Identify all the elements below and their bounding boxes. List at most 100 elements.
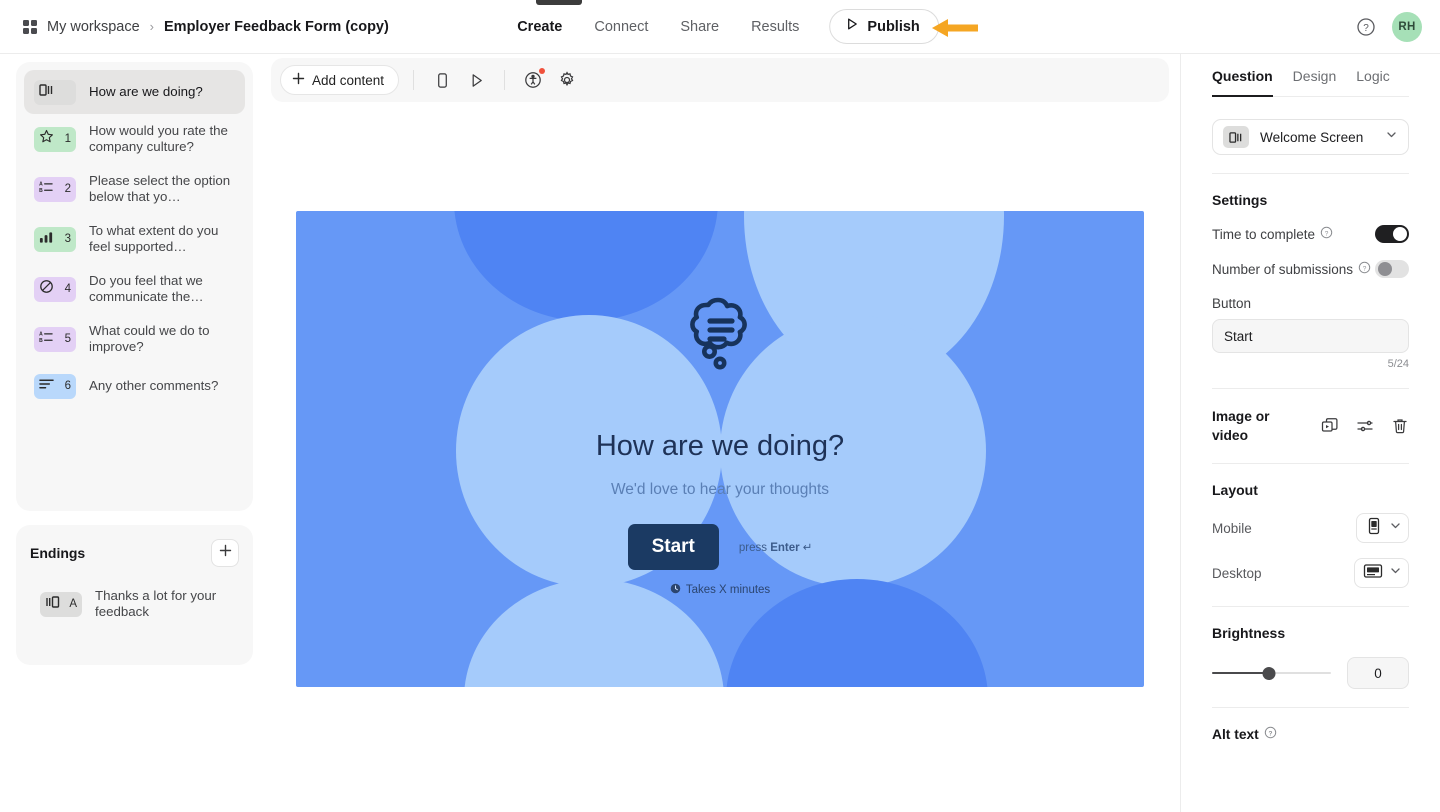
welcome-content: How are we doing? We'd love to hear your…: [296, 211, 1144, 687]
sidebar-item-welcome[interactable]: How are we doing?: [24, 70, 245, 114]
add-ending-button[interactable]: [211, 539, 239, 567]
image-or-video-label: Image or video: [1212, 409, 1270, 443]
nav-results[interactable]: Results: [735, 13, 815, 41]
endings-title: Endings: [30, 545, 86, 561]
publish-label: Publish: [867, 18, 920, 35]
add-content-label: Add content: [312, 72, 385, 88]
long-text-icon: [39, 377, 54, 395]
brightness-value-input[interactable]: 0: [1347, 657, 1409, 689]
brightness-row: 0: [1212, 657, 1409, 689]
ending-screen-icon: [45, 595, 60, 614]
cta-row: Start press Enter ↵: [627, 524, 813, 570]
time-to-complete-row: Time to complete ?: [1212, 225, 1409, 243]
desktop-layout-row: Desktop: [1212, 558, 1409, 588]
tab-logic[interactable]: Logic: [1356, 68, 1389, 96]
chevron-down-icon: [1389, 519, 1402, 537]
workspace-grid-icon: [22, 19, 38, 35]
takes-label: Takes X minutes: [685, 584, 771, 596]
publish-play-icon: [845, 17, 859, 36]
mobile-layout-row: Mobile: [1212, 513, 1409, 543]
button-char-counter: 5/24: [1387, 358, 1409, 370]
replace-media-icon[interactable]: [1321, 417, 1339, 435]
question-badge: [34, 79, 76, 105]
no-entry-icon: [39, 279, 54, 299]
browser-tab-marker: [536, 0, 582, 5]
tab-design[interactable]: Design: [1293, 68, 1337, 96]
nav-share[interactable]: Share: [664, 13, 735, 41]
slider-fill: [1212, 671, 1270, 675]
play-preview-icon[interactable]: [462, 66, 490, 94]
brightness-title: Brightness: [1212, 625, 1286, 641]
welcome-screen-icon: [1223, 126, 1249, 148]
help-icon[interactable]: ?: [1356, 17, 1376, 37]
question-badge: 1: [34, 126, 76, 152]
multiple-choice-icon: A B: [39, 180, 54, 198]
adjust-media-icon[interactable]: [1356, 417, 1374, 435]
sidebar-item-6[interactable]: 6 Any other comments?: [24, 364, 245, 408]
add-content-button[interactable]: Add content: [280, 65, 400, 95]
publish-button[interactable]: Publish: [829, 9, 939, 44]
slider-thumb[interactable]: [1262, 666, 1276, 680]
sidebar-item-4[interactable]: 4 Do you feel that we communicate the…: [24, 264, 245, 314]
delete-media-icon[interactable]: [1391, 417, 1409, 435]
desktop-layout-select[interactable]: [1354, 558, 1409, 588]
ranking-bars-icon: [39, 230, 54, 249]
breadcrumb-workspace[interactable]: My workspace: [47, 19, 140, 35]
canvas-toolbar: Add content: [271, 58, 1169, 102]
welcome-screen-preview[interactable]: How are we doing? We'd love to hear your…: [296, 211, 1144, 687]
tab-question[interactable]: Question: [1212, 68, 1273, 97]
question-type-select[interactable]: Welcome Screen: [1212, 119, 1409, 155]
right-panel-tabs: Question Design Logic: [1212, 54, 1409, 97]
avatar[interactable]: RH: [1392, 12, 1422, 42]
sidebar-item-5[interactable]: A B 5 What could we do to improve?: [24, 314, 245, 364]
clock-icon: [670, 583, 681, 597]
thought-bubble-icon: [674, 283, 766, 375]
settings-gear-icon[interactable]: [553, 66, 581, 94]
toggle-knob: [1378, 262, 1392, 276]
mobile-layout-select[interactable]: [1356, 513, 1409, 543]
divider: [1212, 388, 1409, 389]
question-badge: 3: [34, 226, 76, 252]
sidebar-item-label: To what extent do you feel supported…: [89, 223, 219, 254]
chevron-down-icon: [1389, 564, 1402, 582]
sidebar-item-1[interactable]: 1 How would you rate the company culture…: [24, 114, 245, 164]
sidebar-item-2[interactable]: A B 2 Please select the option below tha…: [24, 164, 245, 214]
time-to-complete-toggle[interactable]: [1375, 225, 1409, 243]
sidebar-item-3[interactable]: 3 To what extent do you feel supported…: [24, 214, 245, 264]
press-enter-symbol: ↵: [802, 542, 813, 554]
breadcrumb-form-title[interactable]: Employer Feedback Form (copy): [164, 19, 389, 35]
help-circle-icon[interactable]: ?: [1264, 726, 1277, 742]
button-text-input[interactable]: Start: [1212, 319, 1409, 353]
breadcrumb-separator: ›: [149, 19, 155, 34]
question-badge: A B 5: [34, 326, 76, 352]
mobile-preview-icon[interactable]: [428, 66, 456, 94]
divider: [1212, 173, 1409, 174]
left-sidebar: How are we doing? 1 How would you rate t…: [16, 62, 253, 665]
help-circle-icon[interactable]: ?: [1358, 261, 1371, 277]
question-badge: A B 2: [34, 176, 76, 202]
desktop-layout-icon: [1362, 561, 1384, 586]
question-number: 2: [64, 183, 71, 195]
help-circle-icon[interactable]: ?: [1320, 226, 1333, 242]
welcome-screen-icon: [39, 83, 54, 102]
accessibility-icon[interactable]: [519, 66, 547, 94]
number-of-submissions-toggle[interactable]: [1375, 260, 1409, 278]
ending-badge: A: [40, 591, 82, 617]
nav-connect[interactable]: Connect: [578, 13, 664, 41]
sidebar-item-label: How are we doing?: [89, 84, 203, 99]
question-number: 3: [64, 233, 71, 245]
time-to-complete-label: Time to complete ?: [1212, 226, 1333, 242]
ending-item-a[interactable]: A Thanks a lot for your feedback: [30, 579, 239, 629]
divider: [1212, 463, 1409, 464]
question-number: 6: [64, 380, 71, 392]
desktop-label: Desktop: [1212, 565, 1262, 581]
main-nav: Create Connect Share Results Publish: [501, 9, 939, 44]
chevron-down-icon: [1385, 128, 1398, 146]
toggle-knob: [1393, 227, 1407, 241]
welcome-title: How are we doing?: [595, 430, 845, 462]
brightness-slider[interactable]: [1212, 664, 1331, 682]
nav-create[interactable]: Create: [501, 13, 578, 41]
start-button[interactable]: Start: [627, 524, 719, 570]
ending-item-label: Thanks a lot for your feedback: [95, 588, 217, 619]
question-type-value: Welcome Screen: [1260, 129, 1364, 145]
